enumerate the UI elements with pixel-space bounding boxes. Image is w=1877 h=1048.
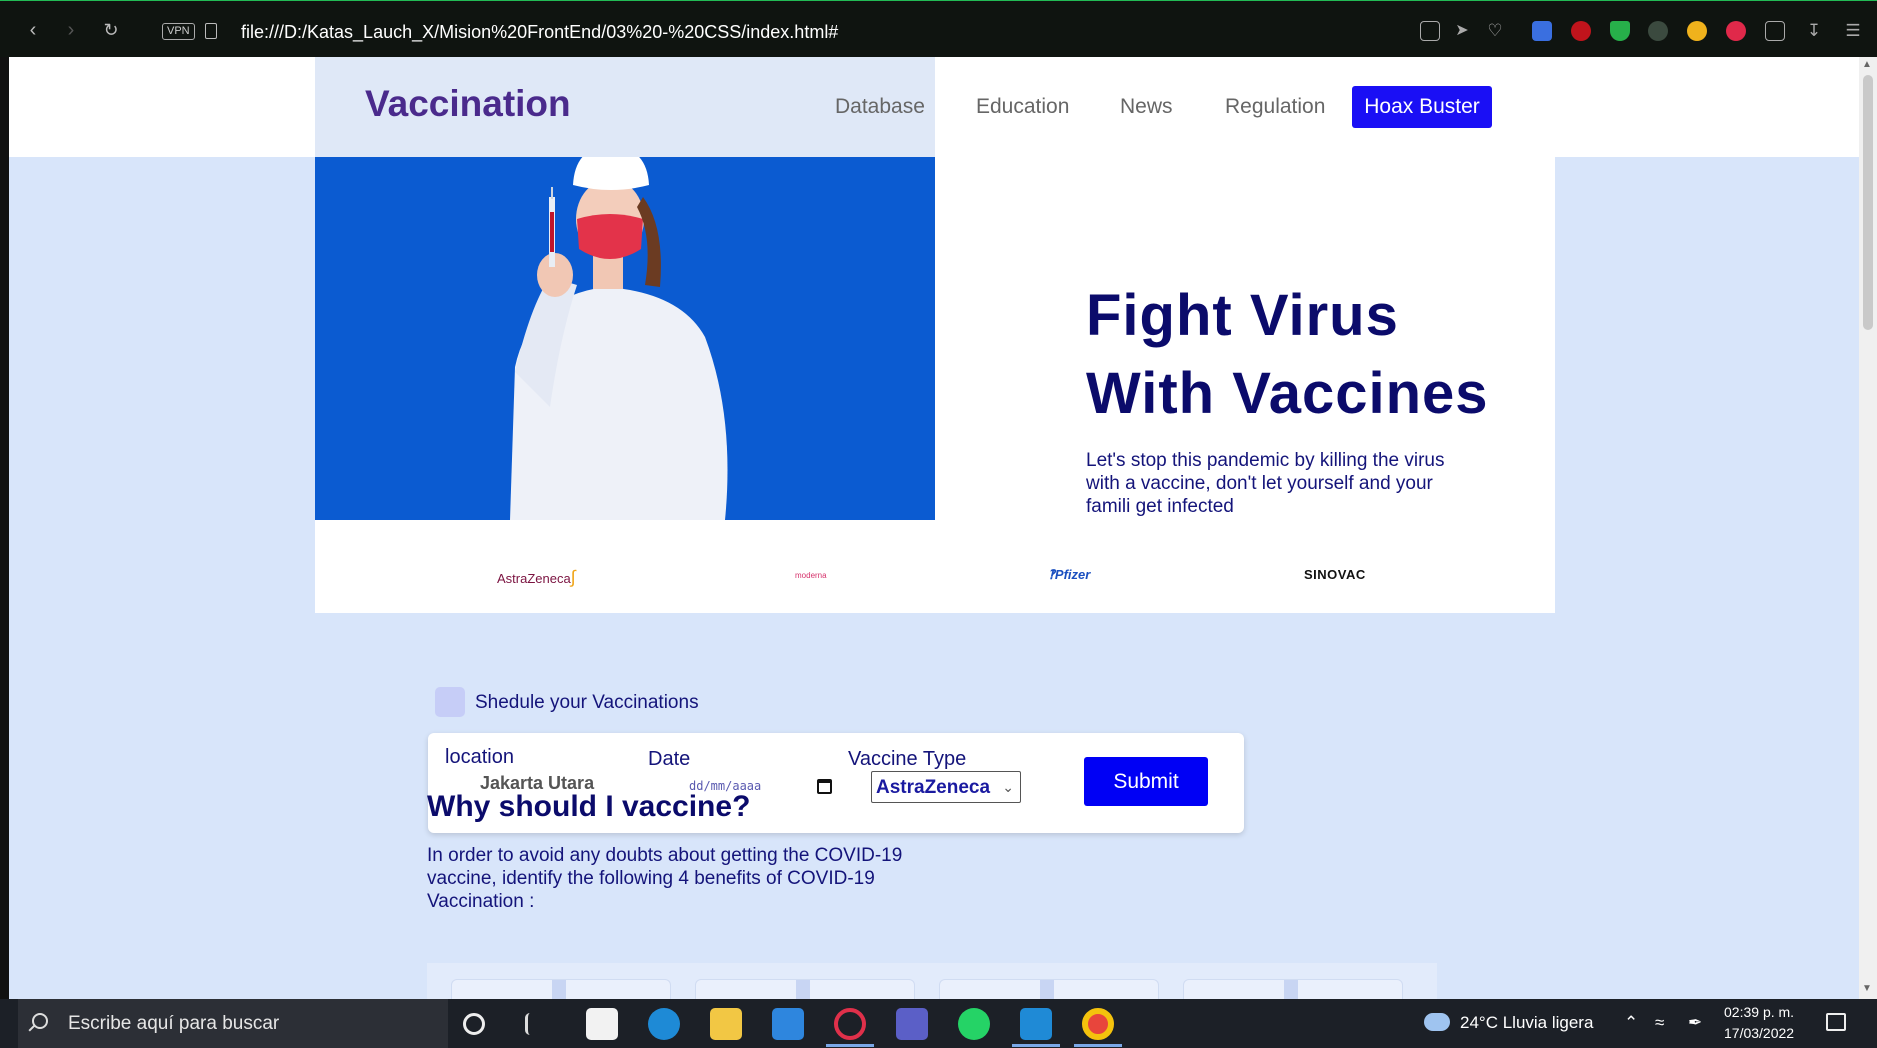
cube-icon[interactable] — [1765, 21, 1785, 41]
download-icon[interactable]: ↧ — [1804, 21, 1824, 41]
active-app-indicator — [826, 1044, 874, 1047]
teams-icon[interactable] — [896, 1008, 928, 1040]
ublock-icon[interactable] — [1571, 21, 1591, 41]
notifications-icon[interactable] — [1826, 1013, 1846, 1031]
mail-icon[interactable] — [772, 1008, 804, 1040]
schedule-label: Shedule your Vaccinations — [475, 692, 699, 713]
date-label: Date — [648, 748, 691, 770]
windows-taskbar: Escribe aquí para buscar 24°C Lluvia lig… — [0, 999, 1877, 1048]
network-icon[interactable]: ≈ — [1655, 1013, 1664, 1033]
hero-title-line-2: With Vaccines — [1086, 361, 1489, 426]
benefit-card-bar — [1284, 980, 1298, 999]
nav-news[interactable]: News — [1120, 95, 1173, 119]
hoax-buster-button[interactable]: Hoax Buster — [1352, 86, 1492, 128]
clock-time: 02:39 p. m. — [1724, 1004, 1795, 1020]
page-scrollbar[interactable]: ▲ ▼ — [1859, 57, 1877, 999]
benefit-card — [695, 979, 915, 999]
forward-icon[interactable]: › — [60, 19, 82, 41]
address-bar[interactable]: file:///D:/Katas_Lauch_X/Mision%20FrontE… — [241, 21, 838, 43]
extension-icon[interactable] — [1648, 21, 1668, 41]
taskbar-search[interactable]: Escribe aquí para buscar — [18, 999, 448, 1048]
weather-icon[interactable] — [1424, 1013, 1450, 1031]
site-logo[interactable]: Vaccination — [365, 83, 571, 125]
camera-icon[interactable] — [1420, 21, 1440, 41]
menu-icon[interactable]: ☰ — [1843, 21, 1863, 41]
schedule-checkbox[interactable] — [435, 687, 465, 717]
translate-icon[interactable] — [1532, 21, 1552, 41]
pocket-icon[interactable] — [1726, 21, 1746, 41]
astrazeneca-mark-icon: ∫ — [570, 567, 576, 587]
submit-button[interactable]: Submit — [1084, 757, 1208, 806]
search-icon — [32, 1013, 48, 1029]
heart-icon[interactable]: ♡ — [1485, 21, 1505, 41]
benefit-card — [939, 979, 1159, 999]
calendar-icon[interactable] — [817, 779, 832, 794]
task-view-icon[interactable] — [463, 1013, 485, 1035]
pfizer-logo-text: Pfizer — [1054, 567, 1091, 582]
reload-icon[interactable]: ↻ — [100, 19, 122, 41]
pfizer-mark-icon: ‽ — [1048, 567, 1055, 582]
hero-title-line-1: Fight Virus — [1086, 283, 1399, 348]
vscode-icon[interactable] — [1020, 1008, 1052, 1040]
browser-toolbar: ‹ › ↻ VPN file:///D:/Katas_Lauch_X/Misio… — [0, 0, 1877, 57]
active-app-indicator — [1012, 1044, 1060, 1047]
whatsapp-icon[interactable] — [958, 1008, 990, 1040]
shield-icon[interactable] — [1610, 21, 1630, 41]
why-vaccine-title: Why should I vaccine? — [427, 790, 751, 823]
edge-icon[interactable] — [648, 1008, 680, 1040]
nav-education[interactable]: Education — [976, 95, 1069, 119]
nav-database[interactable]: Database — [835, 95, 925, 119]
scroll-down-icon[interactable]: ▼ — [1862, 983, 1872, 994]
scrollbar-thumb[interactable] — [1863, 75, 1873, 330]
send-icon[interactable]: ➤ — [1452, 21, 1472, 41]
vpn-badge[interactable]: VPN — [162, 23, 195, 40]
moderna-logo: moderna — [795, 571, 827, 580]
file-icon — [205, 23, 217, 39]
benefit-card — [451, 979, 671, 999]
weather-text[interactable]: 24°C Lluvia ligera — [1460, 1013, 1593, 1033]
astrazeneca-logo: AstraZeneca∫ — [497, 567, 576, 588]
vaccine-type-label: Vaccine Type — [848, 748, 967, 770]
location-label: location — [445, 746, 514, 768]
benefit-card-bar — [1040, 980, 1054, 999]
benefit-card-bar — [796, 980, 810, 999]
system-clock[interactable]: 02:39 p. m. 17/03/2022 — [1724, 1002, 1794, 1044]
nurse-hero-image — [315, 157, 935, 520]
why-vaccine-text: In order to avoid any doubts about getti… — [427, 845, 903, 912]
hero-title: Fight Virus With Vaccines — [1086, 277, 1489, 433]
chevron-up-icon[interactable]: ⌃ — [1624, 1013, 1638, 1033]
benefit-card — [1183, 979, 1403, 999]
scroll-up-icon[interactable]: ▲ — [1862, 59, 1872, 70]
clock-date: 17/03/2022 — [1724, 1025, 1795, 1041]
opera-icon[interactable] — [834, 1008, 866, 1040]
page-viewport: Vaccination Database Education News Regu… — [9, 57, 1859, 999]
microsoft-store-icon[interactable] — [586, 1008, 618, 1040]
astrazeneca-logo-text: AstraZeneca — [497, 571, 571, 586]
pen-icon[interactable]: ✒ — [1688, 1013, 1702, 1033]
active-app-indicator — [1074, 1044, 1122, 1047]
nav-regulation[interactable]: Regulation — [1225, 95, 1325, 119]
benefit-card-bar — [552, 980, 566, 999]
emoji-icon[interactable] — [1687, 21, 1707, 41]
vaccine-type-select[interactable]: AstraZeneca ⌄ — [871, 771, 1021, 803]
pfizer-logo: ‽Pfizer — [1048, 567, 1090, 583]
file-explorer-icon[interactable] — [710, 1008, 742, 1040]
hero-description: Let's stop this pandemic by killing the … — [1086, 450, 1445, 517]
hero-container: Vaccination Database Education News Regu… — [315, 57, 1555, 613]
widgets-icon[interactable] — [525, 1013, 545, 1035]
back-icon[interactable]: ‹ — [22, 19, 44, 41]
chevron-down-icon: ⌄ — [1002, 779, 1014, 795]
chrome-icon[interactable] — [1082, 1008, 1114, 1040]
sinovac-logo: SINOVAC — [1304, 567, 1366, 582]
vaccine-type-value: AstraZeneca — [876, 777, 991, 798]
search-placeholder: Escribe aquí para buscar — [68, 1013, 280, 1034]
